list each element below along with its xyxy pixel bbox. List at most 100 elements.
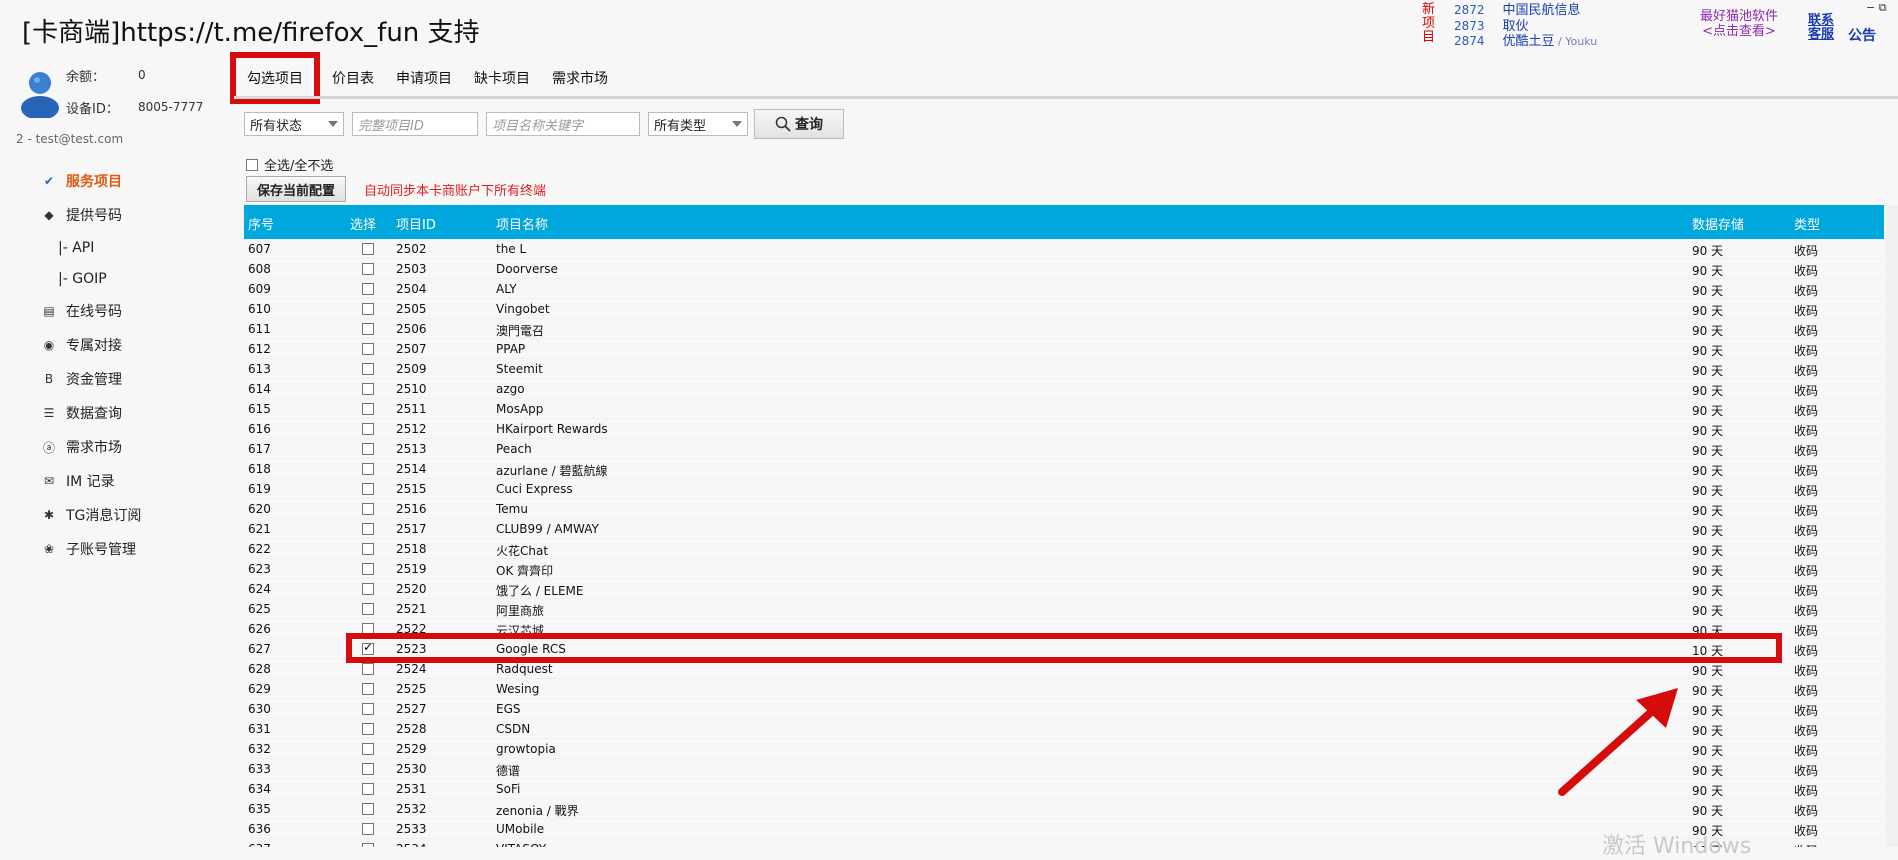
- row-checkbox[interactable]: [362, 403, 374, 415]
- row-checkbox[interactable]: [362, 743, 374, 755]
- project-name: Cuci Express: [496, 482, 573, 496]
- row-checkbox[interactable]: [362, 503, 374, 515]
- news-item[interactable]: 取伙: [1503, 19, 1598, 35]
- row-checkbox[interactable]: [362, 783, 374, 795]
- row-checkbox[interactable]: [362, 683, 374, 695]
- row-checkbox[interactable]: [362, 763, 374, 775]
- sidebar-item[interactable]: ✱ TG消息订阅: [38, 498, 141, 532]
- table-body: 607 2502 the L 90 天收码 608 2503 Doorverse 90 天收码…: [244, 239, 1884, 847]
- row-number: 612: [248, 342, 271, 356]
- project-type: 收码: [1794, 324, 1819, 338]
- project-type: 收码: [1794, 344, 1819, 358]
- sidebar-item[interactable]: B 资金管理: [38, 362, 141, 396]
- row-checkbox[interactable]: [362, 640, 374, 655]
- row-checkbox[interactable]: [362, 543, 374, 555]
- row-checkbox[interactable]: [362, 483, 374, 495]
- sidebar-item[interactable]: ◉ 专属对接: [38, 328, 141, 362]
- row-checkbox[interactable]: [362, 663, 374, 675]
- table-row: 620 2516 Temu 90 天 收码: [244, 499, 1884, 519]
- table-row: 617 2513 Peach 90 天 收码: [244, 439, 1884, 459]
- project-type: 收码: [1794, 584, 1819, 598]
- select-all-checkbox[interactable]: [246, 158, 258, 171]
- save-config-button[interactable]: 保存当前配置: [246, 176, 347, 202]
- project-type: 收码: [1794, 744, 1819, 758]
- row-checkbox[interactable]: [362, 603, 374, 615]
- row-checkbox[interactable]: [362, 623, 374, 635]
- sidebar-item[interactable]: |- GOIP: [38, 263, 141, 294]
- project-id: 2517: [396, 522, 427, 536]
- sidebar-item[interactable]: ☰ 数据查询: [38, 396, 141, 430]
- row-checkbox[interactable]: [362, 443, 374, 455]
- row-checkbox[interactable]: [362, 383, 374, 395]
- sidebar-item[interactable]: ✉ IM 记录: [38, 464, 141, 498]
- sidebar-item[interactable]: ⓐ 需求市场: [38, 430, 141, 464]
- project-type: 收码: [1794, 684, 1819, 698]
- sidebar-item[interactable]: |- API: [38, 232, 141, 263]
- project-type: 收码: [1794, 784, 1819, 798]
- news-item[interactable]: 优酷土豆 / Youku: [1503, 34, 1598, 50]
- project-id: 2516: [396, 502, 427, 516]
- row-number: 609: [248, 282, 271, 296]
- sidebar-item[interactable]: ✔ 服务项目: [38, 164, 141, 198]
- status-select-value: 所有状态: [250, 118, 303, 134]
- type-select-value: 所有类型: [654, 118, 707, 134]
- row-checkbox[interactable]: [362, 363, 374, 375]
- row-checkbox[interactable]: [362, 523, 374, 535]
- row-checkbox[interactable]: [362, 243, 374, 255]
- promo-link[interactable]: 最好猫池软件 <点击查看>: [1700, 9, 1778, 39]
- row-checkbox[interactable]: [362, 843, 374, 847]
- project-id: 2510: [396, 382, 427, 396]
- table-row: 612 2507 PPAP 90 天 收码: [244, 339, 1884, 359]
- tab[interactable]: 价目表: [332, 68, 374, 88]
- table-row: 624 2520 饿了么 / ELEME 90 天 收码: [244, 579, 1884, 599]
- diamond-icon: ◆: [44, 208, 54, 222]
- project-type: 收码: [1794, 284, 1819, 298]
- window-controls[interactable]: − ⧉: [1866, 2, 1887, 14]
- row-checkbox[interactable]: [362, 703, 374, 715]
- tab[interactable]: 申请项目: [396, 68, 452, 88]
- project-name: HKairport Rewards: [496, 422, 608, 436]
- row-number: 629: [248, 682, 271, 696]
- type-select[interactable]: 所有类型: [648, 112, 748, 136]
- notice-link[interactable]: 公告: [1848, 25, 1876, 45]
- balance-label: 余额：: [66, 70, 106, 85]
- sidebar-item-label: 服务项目: [66, 174, 122, 190]
- tab[interactable]: 缺卡项目: [474, 68, 530, 88]
- row-number: 633: [248, 762, 271, 776]
- contact-support-link[interactable]: 联系客服: [1808, 14, 1834, 42]
- abc-check-icon: ✔: [43, 174, 55, 188]
- project-type: 收码: [1794, 724, 1819, 738]
- row-checkbox[interactable]: [362, 583, 374, 595]
- project-id-input[interactable]: 完整项目ID: [352, 112, 478, 136]
- row-checkbox[interactable]: [362, 283, 374, 295]
- status-select[interactable]: 所有状态: [244, 112, 344, 136]
- sidebar-item[interactable]: ▤ 在线号码: [38, 294, 141, 328]
- news-titles: 中国民航信息 取伙 优酷土豆 / Youku: [1503, 3, 1598, 50]
- project-id: 2524: [396, 662, 427, 676]
- row-checkbox[interactable]: [362, 803, 374, 815]
- row-number: 614: [248, 382, 271, 396]
- project-name: EGS: [496, 702, 521, 716]
- row-checkbox[interactable]: [362, 343, 374, 355]
- row-checkbox[interactable]: [362, 723, 374, 735]
- data-retention: 90 天: [1692, 284, 1724, 298]
- row-checkbox[interactable]: [362, 563, 374, 575]
- vertical-scrollbar[interactable]: [1886, 205, 1898, 847]
- data-retention: 90 天: [1692, 444, 1724, 458]
- sidebar-item[interactable]: ◆ 提供号码: [38, 198, 141, 232]
- query-button[interactable]: 查询: [754, 109, 844, 139]
- project-name-input[interactable]: 项目名称关键字: [486, 112, 640, 136]
- row-checkbox[interactable]: [362, 423, 374, 435]
- sidebar-item[interactable]: ❀ 子账号管理: [38, 532, 141, 566]
- project-name: 火花Chat: [496, 544, 549, 558]
- row-checkbox[interactable]: [362, 263, 374, 275]
- row-checkbox[interactable]: [362, 323, 374, 335]
- row-checkbox[interactable]: [362, 463, 374, 475]
- select-all[interactable]: 全选/全不选: [246, 155, 333, 174]
- news-item[interactable]: 中国民航信息: [1503, 3, 1598, 19]
- row-checkbox[interactable]: [362, 303, 374, 315]
- project-id: 2505: [396, 302, 427, 316]
- row-checkbox[interactable]: [362, 823, 374, 835]
- project-name: Peach: [496, 442, 532, 456]
- tab[interactable]: 需求市场: [552, 68, 608, 88]
